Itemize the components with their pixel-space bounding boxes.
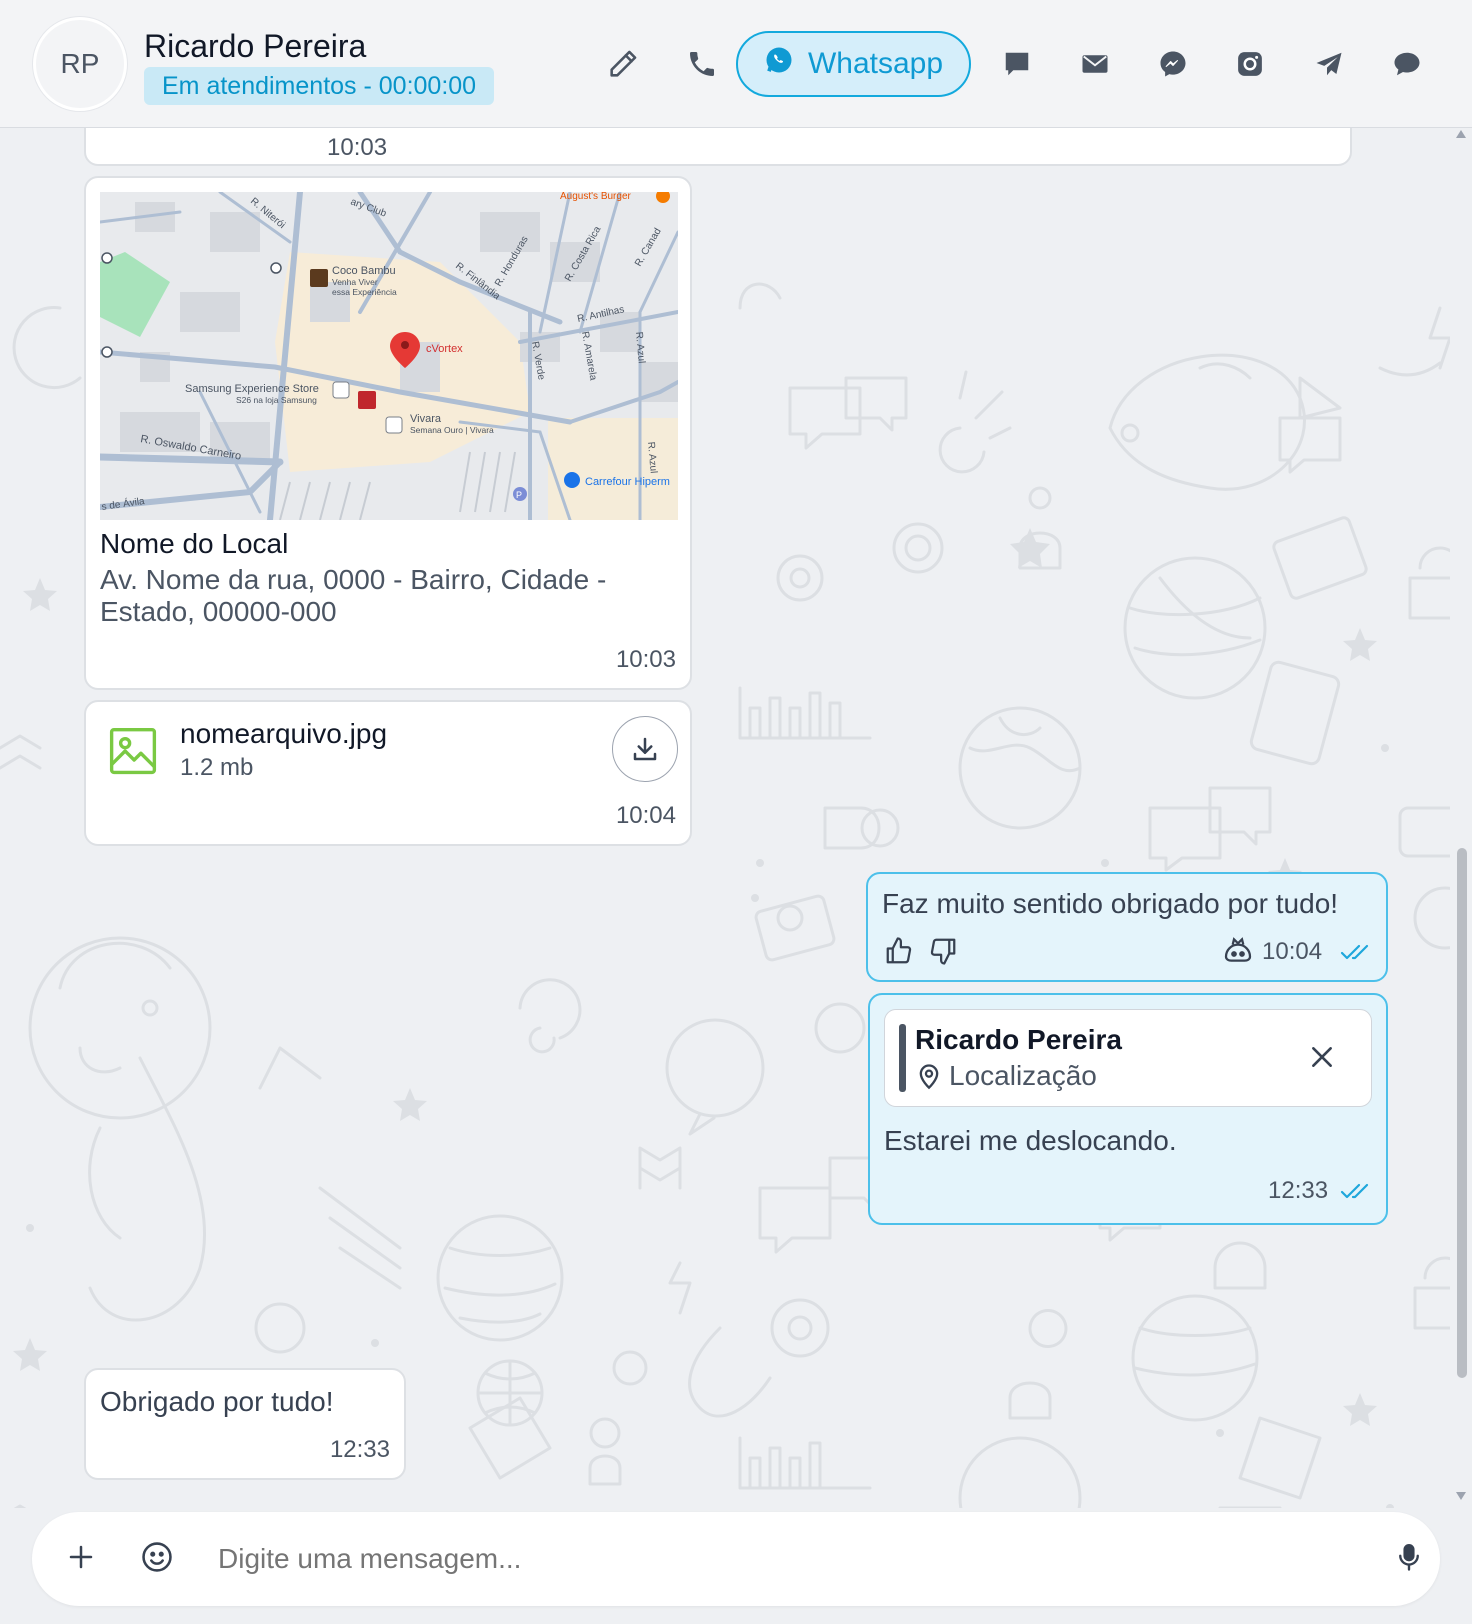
location-address-line2: Estado, 00000-000 xyxy=(100,596,337,627)
avatar-initials: RP xyxy=(60,48,100,79)
whatsapp-channel-button[interactable]: Whatsapp xyxy=(736,31,971,97)
map-label-augusts: August's Burger xyxy=(560,192,632,202)
pencil-icon[interactable] xyxy=(601,42,645,86)
double-check-icon xyxy=(1340,1179,1372,1208)
emoji-icon[interactable] xyxy=(140,1540,174,1579)
outgoing-message[interactable]: Faz muito sentido obrigado por tudo! 10:… xyxy=(866,872,1388,982)
reply-author: Ricardo Pereira xyxy=(915,1024,1122,1055)
incoming-message[interactable]: Obrigado por tudo! 12:33 xyxy=(84,1368,406,1480)
message-text: Estarei me deslocando. xyxy=(884,1125,1177,1156)
map-label-coco-sub1: Venha Viver xyxy=(332,277,378,287)
map-pin-label: cVortex xyxy=(426,343,463,355)
close-icon[interactable] xyxy=(1309,1044,1335,1075)
location-map[interactable]: cVortex Coco Bambu Venha Viver essa Expe… xyxy=(100,192,678,520)
message-composer xyxy=(32,1512,1440,1606)
location-pin-icon xyxy=(915,1062,943,1095)
messenger-icon[interactable] xyxy=(1151,42,1195,86)
message-time: 10:03 xyxy=(615,646,676,673)
message-text: Obrigado por tudo! xyxy=(100,1386,334,1417)
message-input[interactable] xyxy=(218,1532,1318,1586)
file-size: 1.2 mb xyxy=(180,754,254,781)
message-time: 10:04 xyxy=(615,802,676,829)
message-bubble-partial: 10:03 xyxy=(84,128,1352,166)
avatar[interactable]: RP xyxy=(33,17,127,111)
scrollbar-thumb[interactable] xyxy=(1457,848,1467,1378)
location-message[interactable]: cVortex Coco Bambu Venha Viver essa Expe… xyxy=(84,176,692,690)
file-message[interactable]: nomearquivo.jpg 1.2 mb 10:04 xyxy=(84,700,692,846)
outgoing-reply-message[interactable]: Ricardo Pereira Localização Estarei me d… xyxy=(868,993,1388,1225)
download-icon xyxy=(633,737,657,761)
plus-icon[interactable] xyxy=(66,1542,96,1577)
thumbs-up-icon[interactable] xyxy=(884,936,914,971)
chat-icon[interactable] xyxy=(995,42,1039,86)
map-label-samsung: Samsung Experience Store xyxy=(185,383,319,395)
map-label-carrefour: Carrefour Hiperm xyxy=(585,476,670,488)
reply-type: Localização xyxy=(949,1060,1097,1091)
message-text: Faz muito sentido obrigado por tudo! xyxy=(882,888,1339,919)
map-label-coco-sub2: essa Experiência xyxy=(332,287,397,297)
chat-header: RP Ricardo Pereira Em atendimentos - 00:… xyxy=(0,0,1472,128)
reply-preview[interactable]: Ricardo Pereira Localização xyxy=(884,1009,1372,1107)
status-badge: Em atendimentos - 00:00:00 xyxy=(144,67,495,105)
comments-icon[interactable] xyxy=(1385,42,1429,86)
message-time: 10:04 xyxy=(1262,938,1323,965)
map-label-vivara: Vivara xyxy=(410,413,442,425)
mail-icon[interactable] xyxy=(1073,42,1117,86)
reply-bar xyxy=(899,1024,906,1092)
contact-name: Ricardo Pereira xyxy=(144,28,367,64)
instagram-icon[interactable] xyxy=(1228,42,1272,86)
thumbs-down-icon[interactable] xyxy=(928,936,958,971)
download-button[interactable] xyxy=(612,716,678,782)
message-time: 10:03 xyxy=(327,134,388,161)
message-time: 12:33 xyxy=(1268,1177,1329,1204)
telegram-icon[interactable] xyxy=(1307,42,1351,86)
microphone-icon[interactable] xyxy=(1394,1540,1424,1579)
scroll-down-arrow-icon[interactable] xyxy=(1456,1492,1466,1500)
whatsapp-icon xyxy=(764,45,794,83)
image-file-icon xyxy=(106,724,160,783)
message-time: 12:33 xyxy=(329,1436,390,1463)
double-check-icon xyxy=(1340,940,1372,969)
location-address-line1: Av. Nome da rua, 0000 - Bairro, Cidade - xyxy=(100,564,607,595)
ai-assistant-icon xyxy=(1222,934,1254,971)
map-label-vivara-sub: Semana Ouro | Vivara xyxy=(410,425,494,435)
whatsapp-channel-label: Whatsapp xyxy=(807,47,944,80)
map-label-samsung-sub: S26 na loja Samsung xyxy=(236,395,317,405)
map-label-parking: P xyxy=(516,490,522,500)
map-label-coco-bambu: Coco Bambu xyxy=(332,265,396,277)
chat-area[interactable]: 10:03 cVortex Coco Bambu Venha Viver ess… xyxy=(0,128,1472,1508)
phone-icon[interactable] xyxy=(680,42,724,86)
file-name: nomearquivo.jpg xyxy=(180,718,388,749)
scroll-up-arrow-icon[interactable] xyxy=(1456,130,1466,138)
location-title: Nome do Local xyxy=(100,528,289,559)
